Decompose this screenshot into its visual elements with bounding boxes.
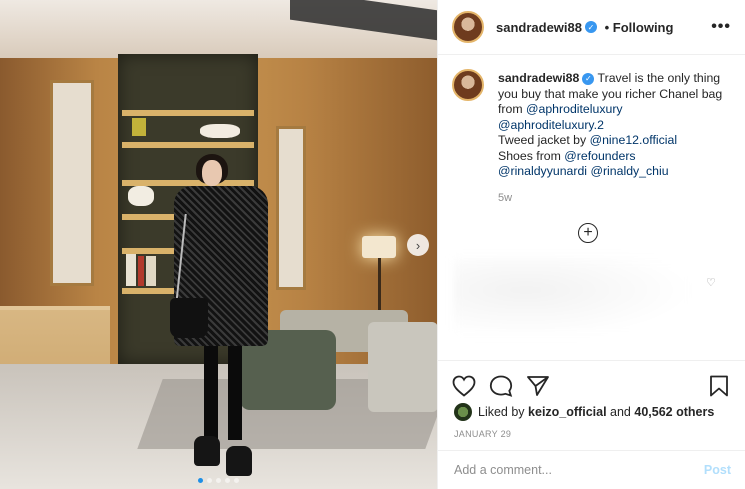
- caption-username[interactable]: sandradewi88: [498, 71, 579, 85]
- comment-heart-icon[interactable]: ♡: [706, 276, 716, 289]
- heart-icon[interactable]: [452, 375, 476, 397]
- liked-by-prefix: Liked by: [478, 405, 525, 419]
- photo-bag: [170, 298, 208, 338]
- mention-link[interactable]: @aphroditeluxury: [526, 102, 623, 116]
- avatar[interactable]: [452, 11, 484, 43]
- photo-lamp: [362, 236, 396, 258]
- carousel-dot: [216, 478, 221, 483]
- likes-line: Liked by keizo_official and 40,562 other…: [454, 403, 714, 421]
- photo-book: [126, 254, 136, 286]
- follow-status-label[interactable]: Following: [613, 20, 674, 35]
- mention-link[interactable]: @nine12.official: [590, 133, 677, 147]
- caption-part: Tweed jacket by: [498, 133, 590, 147]
- header-username[interactable]: sandradewi88: [496, 20, 582, 35]
- photo-shelf: [122, 110, 254, 116]
- liker-avatar[interactable]: [454, 403, 472, 421]
- follow-status[interactable]: • Following: [601, 20, 674, 35]
- comment-input[interactable]: [452, 462, 704, 478]
- paper-plane-icon[interactable]: [526, 375, 550, 397]
- mention-link[interactable]: @rinaldy_chiu: [590, 164, 668, 178]
- comment-bar: Post: [438, 450, 745, 489]
- photo-shoe: [194, 436, 220, 466]
- photo-decor: [132, 118, 146, 136]
- verified-icon: ✓: [585, 21, 597, 33]
- action-bar: [438, 360, 745, 409]
- caption-text: sandradewi88 ✓ Travel is the only thing y…: [498, 71, 731, 180]
- carousel-dot-active: [198, 478, 203, 483]
- post-photo[interactable]: ›: [0, 0, 437, 489]
- photo-book: [146, 256, 156, 286]
- photo-leg: [204, 345, 218, 440]
- photo-decor: [200, 124, 240, 138]
- photo-shelf: [122, 142, 254, 148]
- caption-part: Shoes from: [498, 148, 565, 163]
- photo-chair: [368, 322, 437, 412]
- caption-block: sandradewi88 ✓ Travel is the only thing y…: [438, 55, 745, 180]
- photo-book: [138, 256, 144, 286]
- likes-count[interactable]: 40,562 others: [634, 405, 714, 419]
- blurred-comments: [454, 258, 694, 338]
- post-side-panel: sandradewi88 ✓ • Following ••• sandradew…: [437, 0, 745, 489]
- liked-by-user[interactable]: keizo_official: [528, 405, 607, 419]
- chevron-right-icon[interactable]: ›: [407, 234, 429, 256]
- carousel-dots: [0, 478, 437, 483]
- photo-panel-right: [276, 126, 306, 290]
- photo-face: [202, 160, 222, 186]
- carousel-dot: [207, 478, 212, 483]
- photo-decor: [128, 186, 154, 206]
- post-age[interactable]: 5w: [498, 192, 745, 204]
- verified-icon: ✓: [582, 72, 595, 85]
- comment-bubble-icon[interactable]: [489, 375, 513, 397]
- photo-lamp-pole: [378, 258, 381, 310]
- carousel-dot: [225, 478, 230, 483]
- instagram-post: › sandradewi88 ✓ • Following ••• sandrad…: [0, 0, 745, 489]
- mention-link[interactable]: @refounders: [564, 149, 635, 163]
- caption-avatar[interactable]: [452, 69, 484, 101]
- photo-leg: [228, 345, 242, 440]
- mention-link[interactable]: @rinaldyyunardi: [498, 164, 587, 178]
- photo-shoe: [226, 446, 252, 476]
- post-date[interactable]: JANUARY 29: [454, 429, 511, 439]
- post-button[interactable]: Post: [704, 463, 731, 477]
- photo-panel-left: [50, 80, 94, 286]
- liked-by-and: and: [610, 405, 631, 419]
- carousel-dot: [234, 478, 239, 483]
- mention-link[interactable]: @aphroditeluxury.2: [498, 118, 604, 132]
- bookmark-icon[interactable]: [708, 375, 730, 397]
- post-header: sandradewi88 ✓ • Following •••: [438, 0, 745, 55]
- more-options-icon[interactable]: •••: [711, 18, 731, 36]
- plus-circle-icon[interactable]: +: [578, 223, 598, 243]
